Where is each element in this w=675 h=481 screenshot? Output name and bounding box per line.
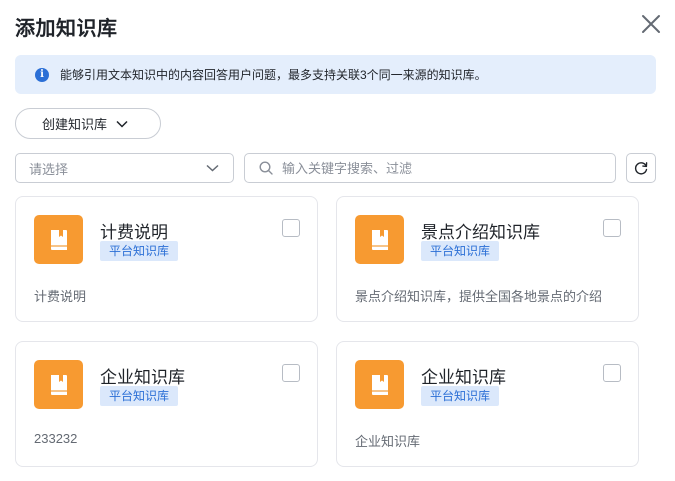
refresh-button[interactable] (626, 153, 656, 183)
book-icon (355, 360, 404, 409)
card-checkbox[interactable] (603, 364, 621, 382)
card-description: 233232 (34, 431, 78, 446)
source-select[interactable]: 请选择 (15, 153, 234, 183)
search-icon (259, 161, 273, 175)
search-input[interactable] (282, 160, 602, 176)
card-checkbox[interactable] (603, 219, 621, 237)
knowledge-card[interactable]: 企业知识库 平台知识库 233232 (15, 341, 318, 467)
chevron-down-icon (206, 164, 219, 172)
book-icon (355, 215, 404, 264)
page-title: 添加知识库 (15, 18, 118, 40)
search-field[interactable] (244, 153, 616, 183)
info-banner: i 能够引用文本知识中的内容回答用户问题，最多支持关联3个同一来源的知识库。 (15, 55, 656, 94)
card-title: 景点介绍知识库 (421, 223, 540, 242)
card-badge: 平台知识库 (421, 386, 500, 406)
card-title: 计费说明 (100, 223, 168, 242)
book-icon (34, 360, 83, 409)
card-description: 计费说明 (34, 289, 87, 304)
info-icon: i (35, 67, 49, 82)
card-badge: 平台知识库 (421, 241, 500, 261)
card-description: 景点介绍知识库，提供全国各地景点的介绍 (355, 289, 603, 304)
card-checkbox[interactable] (282, 364, 300, 382)
knowledge-card[interactable]: 企业知识库 平台知识库 企业知识库 (336, 341, 639, 467)
card-title: 企业知识库 (421, 368, 506, 387)
create-knowledge-base-button[interactable]: 创建知识库 (15, 108, 161, 139)
card-badge: 平台知识库 (100, 241, 179, 261)
refresh-icon (634, 162, 648, 175)
card-description: 企业知识库 (355, 434, 421, 449)
knowledge-card[interactable]: 计费说明 平台知识库 计费说明 (15, 196, 318, 322)
chevron-down-icon (116, 120, 128, 128)
card-title: 企业知识库 (100, 368, 185, 387)
card-checkbox[interactable] (282, 219, 300, 237)
info-text: 能够引用文本知识中的内容回答用户问题，最多支持关联3个同一来源的知识库。 (60, 68, 487, 82)
create-button-label: 创建知识库 (42, 117, 108, 132)
book-icon (34, 215, 83, 264)
close-icon[interactable] (640, 13, 662, 35)
select-placeholder: 请选择 (29, 161, 69, 177)
card-badge: 平台知识库 (100, 386, 179, 406)
knowledge-card[interactable]: 景点介绍知识库 平台知识库 景点介绍知识库，提供全国各地景点的介绍 (336, 196, 639, 322)
